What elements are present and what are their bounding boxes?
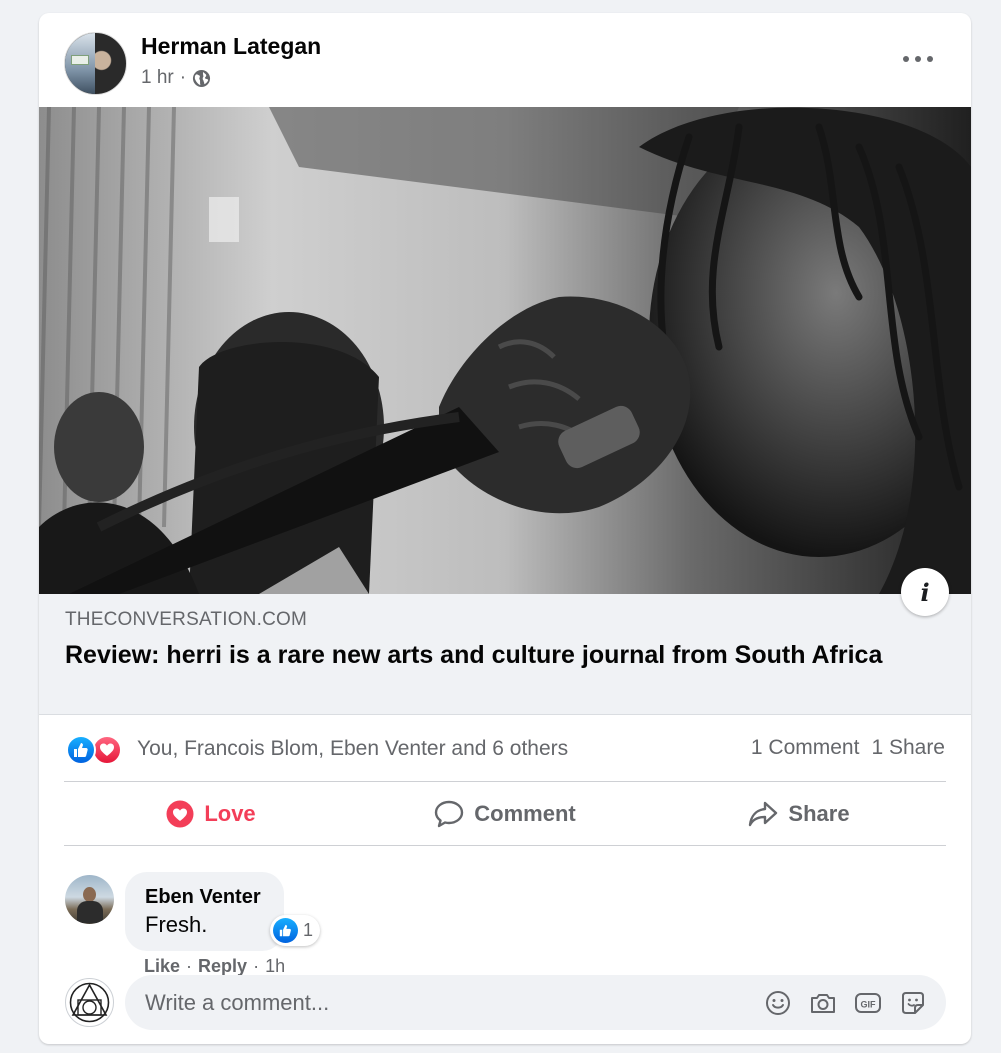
love-icon (92, 735, 122, 765)
more-options-icon[interactable] (903, 49, 933, 69)
link-title[interactable]: Review: herri is a rare new arts and cul… (65, 640, 925, 671)
comment-bubble: Eben Venter Fresh. (125, 872, 284, 951)
post-card: Herman Lategan 1 hr · i THECONVERSATION.… (39, 13, 971, 1044)
engagement-counts: 1 Comment 1 Share (751, 736, 945, 760)
reaction-icons[interactable] (66, 735, 126, 765)
sticker-icon[interactable] (898, 988, 928, 1018)
comment-reaction-number: 1 (303, 920, 314, 940)
like-icon (273, 918, 298, 943)
comment-icon (435, 800, 464, 828)
post-header: Herman Lategan 1 hr · (39, 13, 971, 107)
comment-reaction-count[interactable]: 1 (270, 915, 321, 946)
emoji-icon[interactable] (763, 988, 793, 1018)
commenter-avatar[interactable] (65, 875, 114, 924)
link-preview[interactable]: THECONVERSATION.COM Review: herri is a r… (39, 594, 971, 715)
camera-icon[interactable] (808, 988, 838, 1018)
post-meta: 1 hr · (141, 67, 211, 89)
post-time[interactable]: 1 hr (141, 67, 174, 89)
current-user-avatar[interactable] (65, 978, 114, 1027)
comment-text: Fresh. (145, 912, 208, 937)
comment-count[interactable]: 1 Comment (751, 736, 860, 760)
comment-input-box[interactable]: GIF (125, 975, 946, 1030)
author-name[interactable]: Herman Lategan (141, 33, 321, 60)
link-domain: THECONVERSATION.COM (65, 609, 308, 630)
reactions-summary: You, Francois Blom, Eben Venter and 6 ot… (39, 716, 971, 782)
author-avatar[interactable] (64, 32, 127, 95)
comment-composer: GIF (39, 973, 971, 1033)
svg-text:GIF: GIF (861, 1000, 877, 1010)
divider (64, 845, 946, 846)
share-button[interactable]: Share (652, 782, 946, 846)
share-icon (749, 801, 778, 827)
composer-icons: GIF (763, 988, 928, 1018)
share-count[interactable]: 1 Share (871, 736, 945, 760)
love-button[interactable]: Love (64, 782, 358, 846)
performer-photo (39, 107, 971, 594)
meta-separator: · (179, 67, 187, 88)
link-preview-image[interactable] (39, 107, 971, 594)
post-actions: Love Comment Share (64, 782, 946, 846)
comment-button[interactable]: Comment (358, 782, 652, 846)
globe-icon (193, 69, 211, 87)
gif-icon[interactable]: GIF (853, 988, 883, 1018)
info-icon[interactable]: i (901, 568, 949, 616)
love-label: Love (204, 801, 256, 826)
like-icon (66, 735, 96, 765)
commenter-name[interactable]: Eben Venter (145, 886, 264, 909)
share-label: Share (788, 801, 850, 826)
comment-item: Eben Venter Fresh. 1 Like · Reply · 1h (39, 858, 971, 976)
love-reaction-icon (166, 800, 194, 828)
reactor-names[interactable]: You, Francois Blom, Eben Venter and 6 ot… (137, 737, 568, 761)
comment-input[interactable] (125, 975, 725, 1030)
comment-label: Comment (474, 801, 576, 826)
